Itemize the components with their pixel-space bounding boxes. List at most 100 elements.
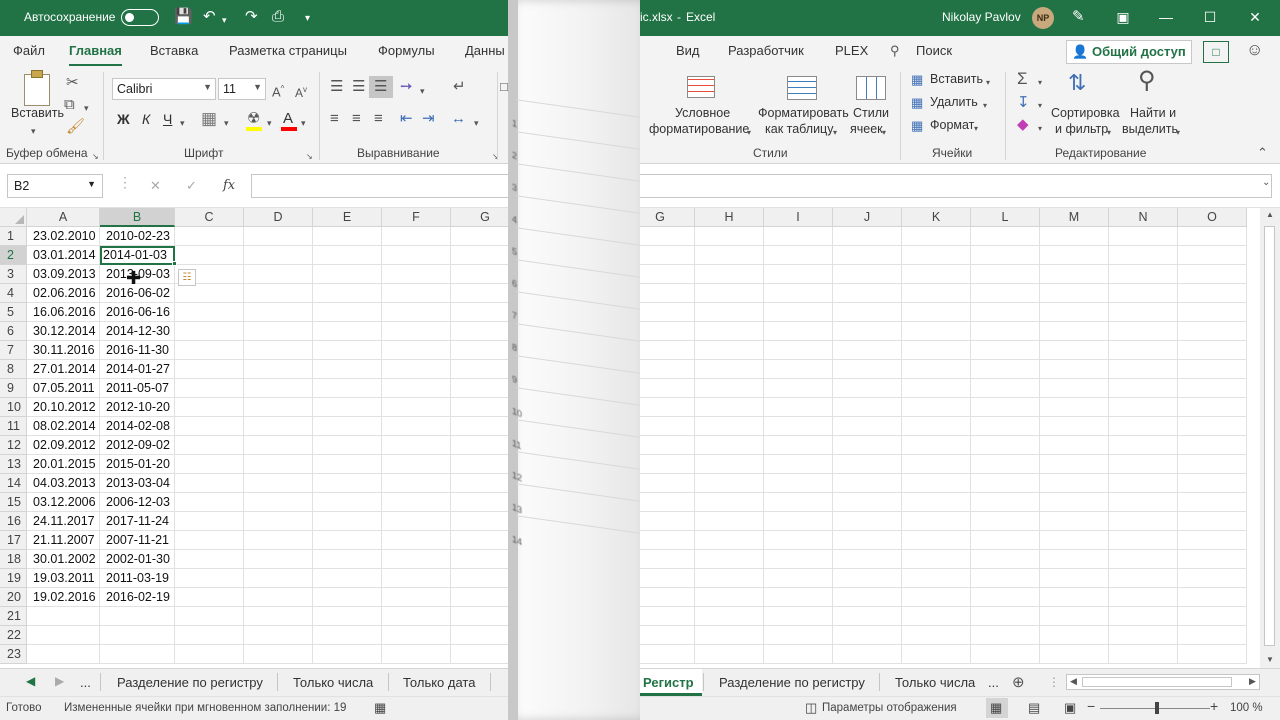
row-header[interactable]: 17 [0, 531, 27, 550]
cell[interactable] [971, 417, 1040, 436]
cell[interactable] [764, 626, 833, 645]
row-header[interactable]: 12 [0, 436, 27, 455]
minimize-icon[interactable]: — [1154, 6, 1178, 28]
cell[interactable] [1040, 227, 1109, 246]
column-header[interactable]: C [175, 208, 244, 227]
cell[interactable] [382, 341, 451, 360]
format-cells-label[interactable]: Формат [930, 118, 974, 132]
format-as-table-icon[interactable] [787, 76, 817, 100]
autosum-icon[interactable]: Σ [1017, 70, 1028, 88]
cell[interactable] [764, 379, 833, 398]
cell-a[interactable]: 23.02.2010 [27, 227, 100, 246]
cell[interactable] [833, 493, 902, 512]
cell-a[interactable]: 07.05.2011 [27, 379, 100, 398]
cell[interactable] [695, 398, 764, 417]
confirm-entry-icon[interactable]: ✓ [186, 178, 197, 194]
cell[interactable] [695, 512, 764, 531]
column-header[interactable]: J [833, 208, 902, 227]
cell[interactable] [244, 455, 313, 474]
cell[interactable] [695, 303, 764, 322]
page-layout-view-icon[interactable]: ▤ [1028, 700, 1040, 716]
comments-icon[interactable]: □ [1203, 41, 1229, 63]
cell-b[interactable]: 2002-01-30 [100, 550, 175, 569]
decrease-indent-icon[interactable]: ⇤ [400, 110, 413, 128]
cell-a[interactable]: 03.01.2014 [27, 246, 100, 265]
cell-b[interactable]: 2016-11-30 [100, 341, 175, 360]
paste-icon[interactable] [24, 74, 50, 106]
cell[interactable] [244, 322, 313, 341]
cell[interactable] [244, 436, 313, 455]
horizontal-scrollbar[interactable]: ◀ ▶ [1066, 674, 1260, 690]
cell[interactable] [1109, 455, 1178, 474]
cell[interactable] [382, 607, 451, 626]
cut-icon[interactable]: ✂ [66, 74, 79, 92]
copy-dropdown-icon[interactable]: ▾ [84, 99, 89, 117]
cell[interactable] [313, 246, 382, 265]
cell[interactable] [902, 455, 971, 474]
cell[interactable] [902, 417, 971, 436]
cell[interactable] [244, 379, 313, 398]
cell[interactable] [1178, 246, 1247, 265]
find-dropdown-icon[interactable]: ▾ [1176, 124, 1180, 142]
sheet-tab-more-right[interactable]: ... [988, 675, 999, 690]
cell[interactable] [1109, 588, 1178, 607]
cell[interactable] [833, 379, 902, 398]
sheet-tab-case-split[interactable]: Разделение по регистру [117, 675, 263, 690]
cell[interactable] [1040, 531, 1109, 550]
cell[interactable] [1040, 436, 1109, 455]
prev-sheet-icon[interactable]: ◀ [26, 674, 35, 688]
cell[interactable] [833, 626, 902, 645]
cell[interactable] [1040, 303, 1109, 322]
cell[interactable] [313, 607, 382, 626]
cell[interactable] [902, 626, 971, 645]
cell[interactable] [833, 303, 902, 322]
cell[interactable] [1109, 626, 1178, 645]
cell[interactable] [1109, 569, 1178, 588]
row-header[interactable]: 1 [0, 227, 27, 246]
formula-input[interactable] [251, 174, 1272, 198]
user-name[interactable]: Nikolay Pavlov [942, 10, 1021, 24]
cell[interactable] [1040, 246, 1109, 265]
cell[interactable] [1040, 341, 1109, 360]
cell[interactable] [382, 379, 451, 398]
scroll-down-icon[interactable]: ▼ [1266, 655, 1274, 664]
column-header[interactable]: D [244, 208, 313, 227]
cell[interactable] [971, 512, 1040, 531]
increase-indent-icon[interactable]: ⇥ [422, 110, 435, 128]
cond-format-label-2[interactable]: форматирование [649, 122, 749, 136]
cell[interactable] [695, 341, 764, 360]
cell[interactable] [1040, 284, 1109, 303]
column-header[interactable]: H [695, 208, 764, 227]
horizontal-scroll-thumb[interactable] [1082, 677, 1232, 687]
cell[interactable] [971, 360, 1040, 379]
cell[interactable] [833, 436, 902, 455]
cell[interactable] [695, 246, 764, 265]
cell[interactable] [1109, 417, 1178, 436]
cell[interactable] [971, 227, 1040, 246]
cell[interactable] [1040, 379, 1109, 398]
row-header[interactable]: 7 [0, 341, 27, 360]
display-settings-icon[interactable]: ◫ [805, 700, 817, 716]
cell[interactable] [764, 474, 833, 493]
sort-filter-label-1[interactable]: Сортировка [1051, 106, 1120, 120]
user-avatar[interactable]: NP [1032, 7, 1054, 29]
cell[interactable] [1040, 569, 1109, 588]
cell[interactable] [764, 436, 833, 455]
insert-dropdown-icon[interactable]: ▾ [986, 74, 990, 92]
cell[interactable] [244, 645, 313, 664]
cell-a[interactable]: 27.01.2014 [27, 360, 100, 379]
cell[interactable] [175, 303, 244, 322]
cell-b[interactable] [100, 645, 175, 664]
cell[interactable] [902, 227, 971, 246]
fill-color-dropdown-icon[interactable]: ▾ [267, 114, 272, 132]
cell[interactable] [1109, 474, 1178, 493]
cell-a[interactable] [27, 645, 100, 664]
cell[interactable] [175, 474, 244, 493]
vertical-scroll-thumb[interactable] [1264, 226, 1275, 646]
cell[interactable] [313, 284, 382, 303]
cell[interactable] [382, 227, 451, 246]
cell[interactable] [382, 626, 451, 645]
cell[interactable] [971, 322, 1040, 341]
orientation-icon[interactable]: ➙ [400, 78, 413, 96]
cell[interactable] [175, 436, 244, 455]
